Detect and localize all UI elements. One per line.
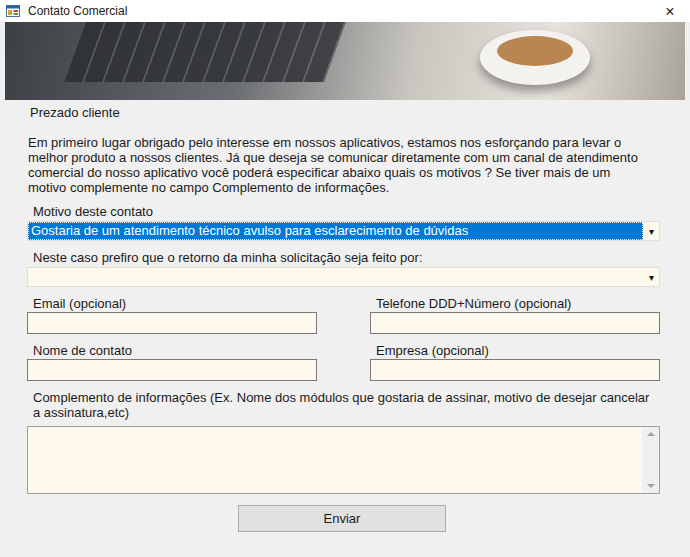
details-label: Complemento de informações (Ex. Nome dos… [33,390,660,420]
phone-input[interactable] [370,312,660,334]
scrollbar[interactable] [642,427,659,493]
email-input[interactable] [27,312,317,334]
contact-name-label: Nome de contato [33,343,317,358]
details-input[interactable] [28,427,642,493]
phone-label: Telefone DDD+Número (opcional) [376,296,660,311]
company-input[interactable] [370,359,660,381]
dropdown-arrow[interactable]: ▾ [643,224,659,239]
title-bar: Contato Comercial × [0,0,690,22]
coffee-shape [497,36,573,66]
scroll-down-icon[interactable] [647,484,655,488]
reply-method-value[interactable] [28,268,643,286]
send-button[interactable]: Enviar [238,505,446,532]
reason-value[interactable]: Gostaria de um atendimento técnico avuls… [28,222,643,240]
scroll-up-icon[interactable] [647,432,655,436]
reply-method-label: Neste caso prefiro que o retorno da minh… [33,250,660,265]
greeting: Prezado cliente [30,104,660,120]
keyboard-shape [64,22,346,82]
details-box[interactable] [27,426,660,494]
company-label: Empresa (opcional) [376,343,660,358]
email-label: Email (opcional) [33,296,317,311]
intro-text: Em primeiro lugar obrigado pelo interess… [28,135,648,195]
contact-name-input[interactable] [27,359,317,381]
banner-photo [5,22,685,100]
close-button[interactable]: × [656,4,684,19]
app-icon [6,4,20,18]
dropdown-arrow[interactable]: ▾ [643,270,659,285]
reason-label: Motivo deste contato [33,204,660,219]
window-title: Contato Comercial [28,4,648,19]
reason-combo[interactable]: Gostaria de um atendimento técnico avuls… [27,221,660,241]
reply-method-combo[interactable]: ▾ [27,267,660,287]
